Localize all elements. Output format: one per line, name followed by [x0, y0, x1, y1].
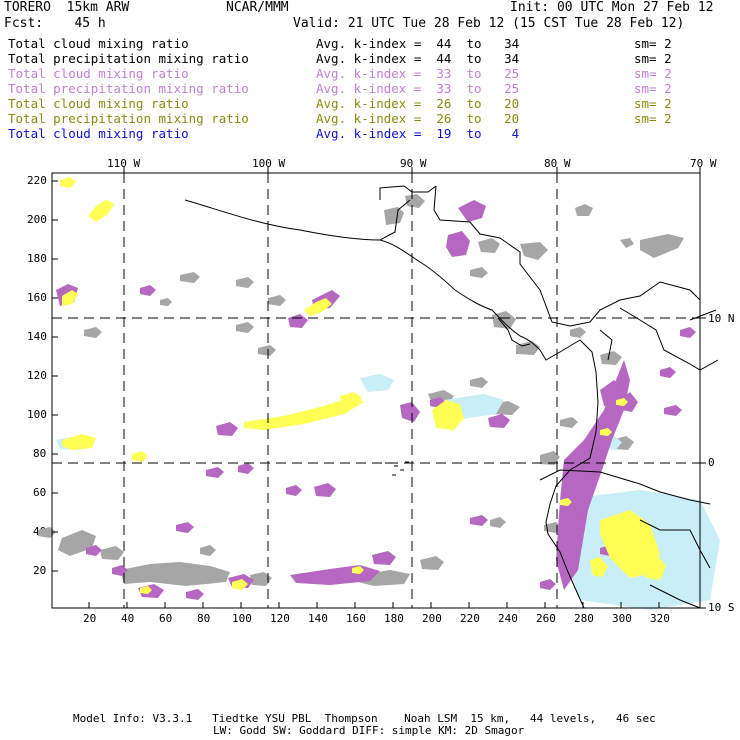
forecast-map [38, 167, 720, 610]
model-physics: LW: Godd SW: Goddard DIFF: simple KM: 2D… [213, 724, 525, 737]
